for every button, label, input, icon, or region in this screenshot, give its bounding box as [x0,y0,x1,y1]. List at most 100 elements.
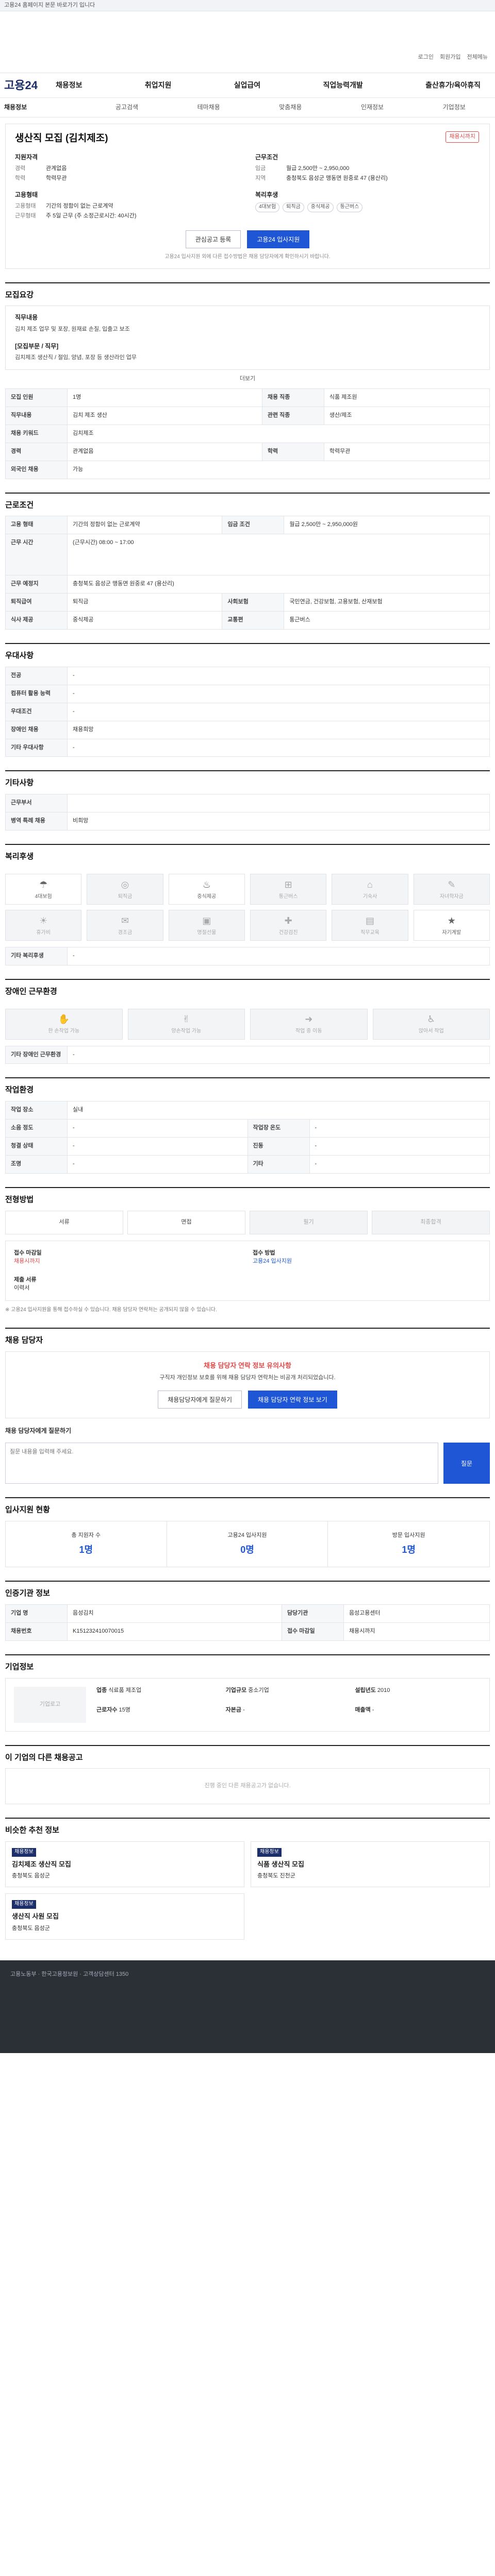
related-card[interactable]: 채용정보 김치제조 생산직 모집 충청북도 음성군 [5,1841,244,1888]
cell: 가능 [67,460,490,479]
benefits-heading: 복리후생 [255,191,278,198]
retirement-icon: ◎ 퇴직금 [87,873,163,905]
career-label: 경력 [15,165,26,172]
subnav-custom[interactable]: 맞춤채용 [250,103,332,112]
etc-section: 기타사항 근무부서 병역 특례 채용 비희망 [5,770,490,831]
question-input[interactable] [5,1443,438,1484]
welfare-heading: 복리후생 [5,852,34,861]
view-contact-button[interactable]: 채용 담당자 연락 정보 보기 [248,1391,337,1409]
nav-unemployment-benefit[interactable]: 실업급여 [234,80,261,90]
card-badge: 채용정보 [257,1848,282,1857]
process-heading: 전형방법 [5,1195,34,1204]
scrap-button[interactable]: 관심공고 등록 [185,230,241,249]
card-title: 생산직 사원 모집 [12,1912,59,1920]
dorm-icon: ⌂ 기숙사 [332,873,408,905]
stat-label: 방문 입사지원 [392,1532,425,1539]
emptype-panel: 고용형태 고용형태 기간의 정함이 없는 근로계약 근무형태 주 5일 근무 (주 … [15,191,240,222]
icon-label: 한 손작업 가능 [48,1028,80,1035]
process-section: 전형방법 서류 면접 필기 최종합격 접수 마감일 채용시까지 접수 방법 고용24… [5,1187,490,1315]
cell: 식사 제공 [5,611,68,630]
icon-label: 기숙사 [362,893,377,900]
condition-heading: 근무조건 [255,153,278,161]
cell: 직무내용 [5,406,68,425]
more-button[interactable]: 더보기 [5,375,490,383]
util-menu: 로그인 회원가입 전체메뉴 [418,54,488,62]
site-logo[interactable]: 고용24 [4,77,56,94]
cell: 외국인 채용 [5,460,68,479]
stat-value: 1명 [79,1545,93,1555]
cell: - [67,1155,248,1174]
corp-label: 기업규모 [225,1687,247,1693]
subnav-company[interactable]: 기업정보 [413,103,495,112]
cell: 생산/제조 [323,406,490,425]
cell: 비희망 [67,812,490,831]
card-place: 충청북도 음성군 [12,1873,50,1879]
cell: 담당기관 [281,1604,344,1623]
corp-item: 근로자수 15명 [96,1706,223,1723]
cell: 기타 장애인 근무환경 [5,1045,68,1064]
agency-table: 기업 명 음성김치 담당기관 음성고용센터 채용번호 K151232410070015 접… [5,1604,490,1641]
login-link[interactable]: 로그인 [418,54,434,62]
cell: 컴퓨터 활용 능력 [5,684,68,703]
subnav-job-info[interactable]: 채용정보 [0,103,86,112]
nav-employment-support[interactable]: 취업지원 [145,80,172,90]
step-document: 서류 [5,1210,123,1234]
signup-link[interactable]: 회원가입 [440,54,460,62]
icon-label: 작업 중 이동 [295,1028,322,1035]
related-card[interactable]: 채용정보 생산직 사원 모집 충청북도 음성군 [5,1893,244,1940]
subnav-talent[interactable]: 인재정보 [332,103,414,112]
cell: 채용 키워드 [5,424,68,443]
cell: 기타 [247,1155,310,1174]
site-footer: 고용노동부 · 한국고용정보원 · 고객상담센터 1350 [0,1960,495,2053]
cell: 채용희망 [67,720,490,739]
training-icon: ▤ 직무교육 [332,909,408,941]
agency-section: 인증기관 정보 기업 명 음성김치 담당기관 음성고용센터 채용번호 K15123241… [5,1581,490,1641]
related-card[interactable]: 채용정보 식품 생산직 모집 충청북도 진천군 [251,1841,490,1888]
all-menu-link[interactable]: 전체메뉴 [467,54,488,62]
moving-icon: ➜ 작업 중 이동 [250,1008,368,1040]
send-question-button[interactable]: 질문 [443,1443,490,1484]
duty-text-2: 김치제조 생산직 / 절임, 양념, 포장 등 생산라인 업무 [15,354,137,361]
cell: 실내 [67,1101,490,1120]
cell: - [309,1137,490,1156]
main-navigation: 고용24 채용정보 취업지원 실업급여 직업능력개발 출산휴가/육아휴직 [0,73,495,98]
docs-value: 이력서 [14,1284,30,1291]
corp-value: 중소기업 [248,1687,269,1693]
nav-vocational-training[interactable]: 직업능력개발 [323,80,362,90]
corp-item: 매출액 - [355,1706,481,1723]
subnav-search[interactable]: 공고검색 [86,103,168,112]
nav-jobs[interactable]: 채용정보 [56,80,82,90]
method-label: 접수 방법 [253,1249,275,1256]
emptype-value: 기간의 정함이 없는 근로계약 [46,203,113,210]
preference-table: 전공 - 컴퓨터 활용 능력 - 우대조건 - 장애인 채용 채용희망 기타 우대사항 - [5,666,490,757]
corp-label: 업종 [96,1687,107,1693]
apply-button[interactable]: 고용24 입사지원 [247,230,310,249]
worktime-value: 주 5일 근무 (주 소정근로시간: 40시간) [46,213,137,219]
stats-heading: 입사지원 현황 [5,1505,50,1515]
cell: 소음 정도 [5,1119,68,1138]
job-summary: 생산직 모집 (김치제조) 채용시까지 지원자격 경력 관계없음 학력 학력무관 근… [5,124,490,269]
cell: 경력 [5,442,68,461]
cell: - [67,738,490,757]
wage-label: 임금 [255,165,266,172]
icon-label: 퇴직금 [118,893,133,900]
location-value: 충청북도 음성군 맹동면 원중로 47 (용산리) [286,175,388,181]
nav-parental-leave[interactable]: 출산휴가/육아휴직 [425,80,481,90]
benefit-chip: 퇴직금 [283,202,304,212]
corp-label: 설립년도 [355,1687,376,1693]
disability-section: 장애인 근무환경 ✋ 한 손작업 가능 ✌ 양손작업 가능 ➜ 작업 중 이동 ♿ 앉아… [5,978,490,1064]
cell: 국민연금, 건강보험, 고용보험, 산재보험 [284,593,490,612]
cell [67,794,490,813]
cell: 임금 조건 [222,516,285,535]
workplace-section: 작업환경 작업 장소 실내 소음 정도 - 작업장 온도 - 청결 상태 - 진동 - 조명 -… [5,1077,490,1174]
corp-value: 15명 [119,1706,130,1713]
ask-question-button[interactable]: 채용담당자에게 질문하기 [158,1391,242,1409]
education-value: 학력무관 [46,175,67,181]
recruit-table: 모집 인원 1명 채용 직종 식품 제조원 직무내용 김치 제조 생산 관련 직종 생산/제… [5,388,490,479]
benefit-chip: 통근버스 [336,202,363,212]
subnav-theme[interactable]: 테마채용 [168,103,250,112]
cell: 조명 [5,1155,68,1174]
location-label: 지역 [255,175,266,181]
cell: 접수 마감일 [281,1622,344,1641]
cell: 김치제조 [67,424,490,443]
